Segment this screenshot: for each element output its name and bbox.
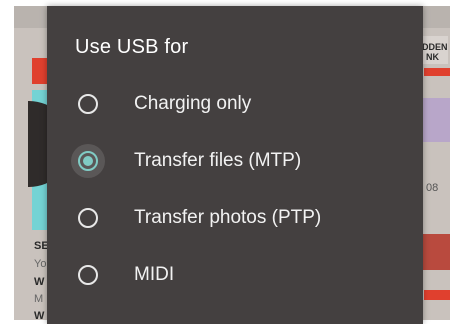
option-transfer-files[interactable]: Transfer files (MTP) <box>47 135 423 191</box>
option-transfer-photos[interactable]: Transfer photos (PTP) <box>47 192 423 248</box>
usb-options-dialog: Use USB for Charging only Transfer files… <box>47 6 423 324</box>
radio-unchecked-icon[interactable] <box>78 208 98 228</box>
background-text: DDEN <box>422 42 448 52</box>
option-label: Transfer files (MTP) <box>134 150 302 171</box>
radio-checked-icon[interactable] <box>78 151 98 171</box>
background-text: W <box>34 276 45 288</box>
background-tag-red <box>424 290 450 300</box>
option-label: Charging only <box>134 93 252 114</box>
background-text: NK <box>426 52 439 62</box>
background-text: W <box>34 310 45 320</box>
dialog-title: Use USB for <box>75 36 189 58</box>
background-thumb-red <box>422 234 450 270</box>
radio-unchecked-icon[interactable] <box>78 94 98 114</box>
option-charging-only[interactable]: Charging only <box>47 78 423 134</box>
radio-unchecked-icon[interactable] <box>78 265 98 285</box>
option-label: MIDI <box>134 264 175 285</box>
background-text: 08 <box>426 182 439 194</box>
background-text: M <box>34 293 44 305</box>
background-text: Yo <box>34 258 47 270</box>
background-tag-red <box>424 68 450 76</box>
option-label: Transfer photos (PTP) <box>134 207 322 228</box>
option-midi[interactable]: MIDI <box>47 249 423 305</box>
background-thumb-colorful <box>422 98 450 142</box>
